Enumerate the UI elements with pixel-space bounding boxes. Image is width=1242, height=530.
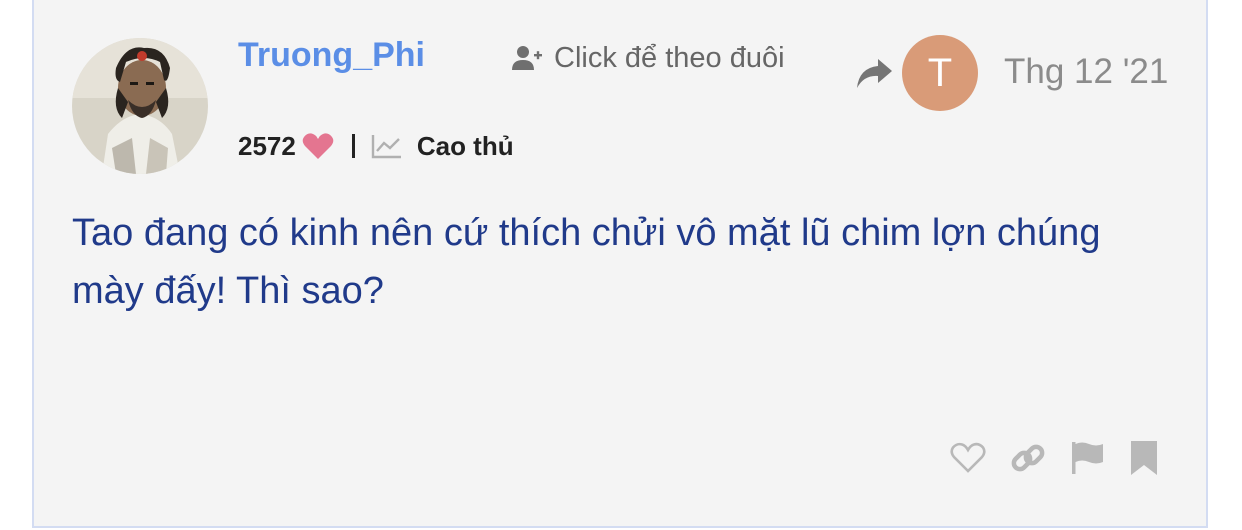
reply-user-avatar[interactable]: T [902,35,978,111]
stats-divider [351,134,355,158]
flag-icon [1072,442,1103,474]
link-icon [1011,444,1045,472]
bookmark-button[interactable] [1130,440,1158,476]
post-actions [950,440,1158,476]
follow-label: Click để theo đuôi [554,41,785,74]
user-stats: 2572 Cao thủ [238,126,514,166]
share-icon[interactable] [854,55,894,91]
avatar-image [72,38,208,174]
user-rank: Cao thủ [416,130,514,161]
post-content: Tao đang có kinh nên cứ thích chửi vô mặ… [72,212,1101,312]
like-button[interactable] [950,442,986,474]
report-button[interactable] [1070,440,1106,476]
user-avatar[interactable] [72,38,208,174]
link-button[interactable] [1010,440,1046,476]
heart-icon [302,133,334,159]
heart-outline-icon [950,442,986,473]
add-user-icon [512,46,542,70]
follow-button[interactable]: Click để theo đuôi [512,38,785,78]
likes-count: 2572 [238,130,296,161]
post-card: Truong_Phi Click để theo đuôi T Thg 12 '… [32,0,1208,528]
post-date: Thg 12 '21 [1004,52,1169,91]
line-chart-icon [371,135,401,159]
bookmark-icon [1131,441,1157,475]
username-link[interactable]: Truong_Phi [238,36,425,75]
